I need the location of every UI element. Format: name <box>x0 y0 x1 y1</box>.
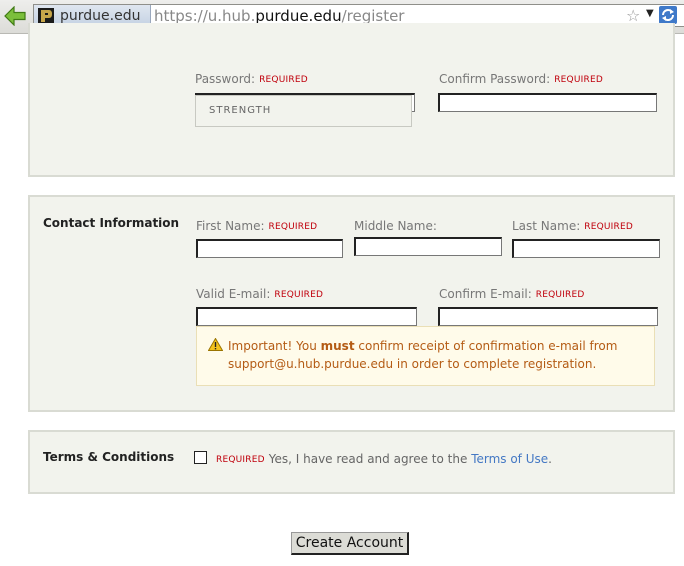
site-favicon-icon <box>38 7 54 24</box>
required-tag: REQUIRED <box>274 290 324 300</box>
back-arrow-icon <box>4 6 26 26</box>
required-tag: REQUIRED <box>259 75 308 85</box>
first-name-label: First Name: REQUIRED <box>196 219 318 233</box>
required-tag: REQUIRED <box>554 75 603 85</box>
confirm-email-input[interactable] <box>438 307 658 326</box>
password-section: Password: REQUIRED Confirm Password: REQUI… <box>28 23 675 177</box>
last-name-input[interactable] <box>512 239 660 258</box>
password-label: Password: REQUIRED <box>195 72 308 86</box>
email-warning-box: Important! You must confirm receipt of c… <box>196 326 655 386</box>
middle-name-input[interactable] <box>354 237 502 256</box>
section-title: Terms & Conditions <box>43 450 175 464</box>
required-tag: REQUIRED <box>268 222 318 232</box>
warning-line-2: support@u.hub.purdue.edu in order to com… <box>228 357 597 371</box>
contact-section: Contact Information First Name: REQUIRED … <box>28 195 675 412</box>
section-title: Contact Information <box>43 216 180 230</box>
terms-section: Terms & Conditions REQUIRED Yes, I have r… <box>28 430 675 494</box>
required-tag: REQUIRED <box>535 290 585 300</box>
password-strength-meter: STRENGTH <box>195 95 412 127</box>
create-account-button[interactable]: Create Account <box>291 532 409 555</box>
terms-agree-text: REQUIRED Yes, I have read and agree to th… <box>216 452 552 466</box>
warning-emphasis: must <box>320 339 355 353</box>
site-identity-label: purdue.edu <box>60 7 141 24</box>
email-label: Valid E-mail: REQUIRED <box>196 287 324 301</box>
confirm-password-input[interactable] <box>438 93 657 112</box>
warning-line-1: Important! You must confirm receipt of c… <box>228 339 618 353</box>
middle-name-label: Middle Name: <box>354 219 437 233</box>
first-name-input[interactable] <box>196 239 343 258</box>
terms-of-use-link[interactable]: Terms of Use <box>471 452 548 466</box>
confirm-email-label: Confirm E-mail: REQUIRED <box>439 287 585 301</box>
terms-checkbox[interactable] <box>194 451 207 464</box>
last-name-label: Last Name: REQUIRED <box>512 219 634 233</box>
back-button[interactable] <box>2 4 28 28</box>
history-dropdown-icon[interactable]: ▼ <box>646 8 654 19</box>
required-tag: REQUIRED <box>584 222 634 232</box>
warning-icon <box>208 338 223 351</box>
required-tag: REQUIRED <box>216 455 265 465</box>
email-input[interactable] <box>196 307 417 326</box>
confirm-password-label: Confirm Password: REQUIRED <box>439 72 603 86</box>
